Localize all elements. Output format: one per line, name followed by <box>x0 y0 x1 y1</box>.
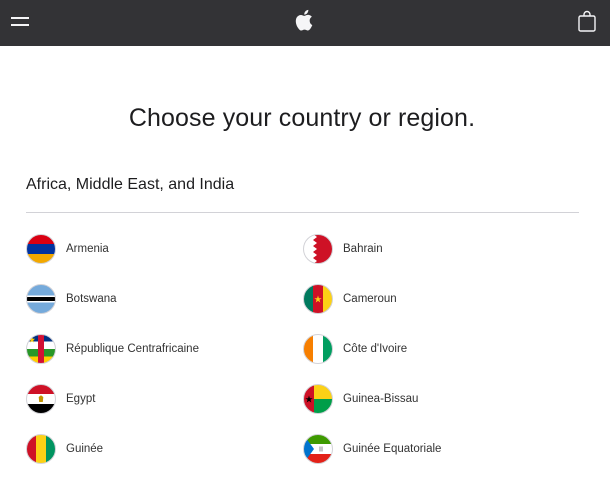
page-title: Choose your country or region. <box>128 104 476 132</box>
country-guinee-equatoriale[interactable]: Guinée Equatoriale <box>303 433 441 465</box>
country-egypt[interactable]: Egypt <box>26 383 95 415</box>
country-label: Guinea-Bissau <box>343 393 419 405</box>
equatorial-guinea-flag-icon <box>303 434 333 464</box>
country-label: Egypt <box>66 393 96 405</box>
country-label: Cameroun <box>343 293 397 305</box>
global-nav <box>0 0 610 46</box>
cameroon-flag-icon <box>303 284 333 314</box>
shopping-bag-icon[interactable] <box>578 10 596 32</box>
botswana-flag-icon <box>26 284 56 314</box>
bahrain-flag-icon <box>303 234 333 264</box>
country-label: Armenia <box>66 243 109 255</box>
country-label: Bahrain <box>343 243 383 255</box>
armenia-flag-icon <box>26 234 56 264</box>
section-title: Africa, Middle East, and India <box>26 176 235 193</box>
country-cameroun[interactable]: Cameroun <box>303 283 397 315</box>
country-guinee[interactable]: Guinée <box>26 433 103 465</box>
egypt-flag-icon <box>26 384 56 414</box>
apple-logo-icon[interactable] <box>294 9 313 31</box>
country-label: Guinée <box>66 443 104 455</box>
guinea-flag-icon <box>26 434 56 464</box>
country-bahrain[interactable]: Bahrain <box>303 233 383 265</box>
country-label: République Centrafricaine <box>66 343 199 355</box>
country-cote-divoire[interactable]: Côte d'Ivoire <box>303 333 407 365</box>
central-african-republic-flag-icon <box>26 334 56 364</box>
country-label: Botswana <box>66 293 117 305</box>
ivory-coast-flag-icon <box>303 334 333 364</box>
country-armenia[interactable]: Armenia <box>26 233 109 265</box>
country-label: Côte d'Ivoire <box>343 343 408 355</box>
country-botswana[interactable]: Botswana <box>26 283 117 315</box>
section-divider <box>26 212 579 213</box>
country-label: Guinée Equatoriale <box>343 443 442 455</box>
country-guinea-bissau[interactable]: Guinea-Bissau <box>303 383 418 415</box>
country-central-african-republic[interactable]: République Centrafricaine <box>26 333 199 365</box>
guinea-bissau-flag-icon <box>303 384 333 414</box>
hamburger-menu-icon[interactable] <box>11 16 29 28</box>
